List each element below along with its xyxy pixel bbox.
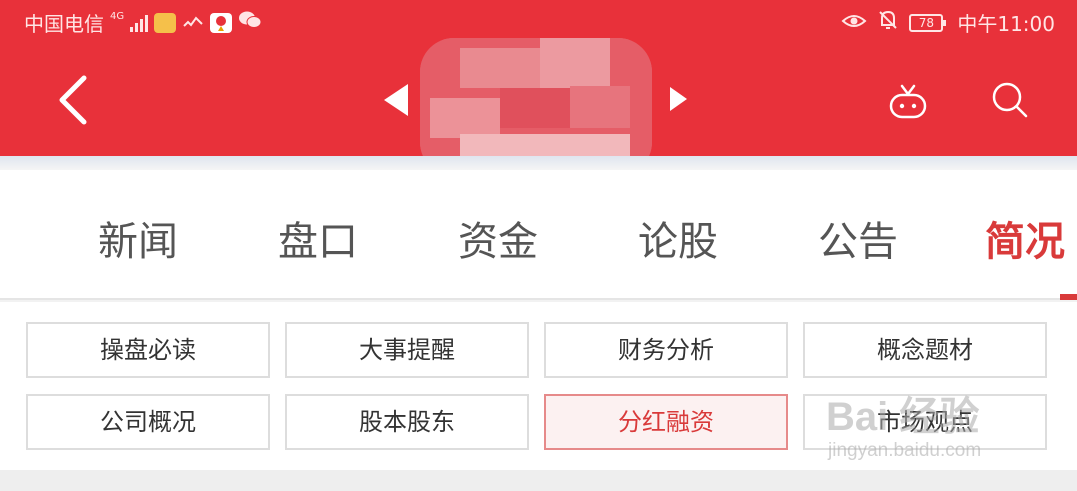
shareholders-button[interactable]: 股本股东 [285,394,529,450]
status-bar-left: 中国电信 4G [24,8,262,37]
title-bar [0,38,1077,176]
previous-stock-button[interactable] [382,82,412,118]
tab-discussion[interactable]: 论股 [638,214,718,270]
signal-icon [130,14,149,32]
search-icon [992,82,1028,118]
tab-profile[interactable]: 简况 [985,214,1065,270]
back-arrow-icon [59,75,87,125]
financial-analysis-button[interactable]: 财务分析 [544,322,788,378]
assistant-button[interactable] [886,82,930,122]
carrier-label: 中国电信 [24,12,104,36]
tab-order-book[interactable]: 盘口 [278,214,358,270]
tab-funds[interactable]: 资金 [458,214,538,270]
header-shadow [0,156,1077,170]
status-bar-right: 78 中午11:00 [841,8,1055,37]
active-tab-indicator [1060,294,1077,300]
prev-triangle-icon [384,84,408,116]
bottom-strip [0,470,1077,491]
clock: 中午11:00 [957,12,1055,36]
status-bar: 中国电信 4G 78 中午11:00 [0,0,1077,40]
robot-assistant-icon [889,84,927,119]
network-type: 4G [110,11,125,22]
wifi-icon [182,11,204,35]
dividend-financing-button[interactable]: 分红融资 [544,394,788,450]
market-views-button[interactable]: 市场观点 [803,394,1047,450]
major-events-button[interactable]: 大事提醒 [285,322,529,378]
map-app-icon [210,12,233,33]
tab-bar: 新闻 盘口 资金 论股 公告 简况 [0,170,1077,300]
next-stock-button[interactable] [666,84,690,114]
eye-icon [841,11,867,35]
wechat-icon [238,10,262,35]
concept-theme-button[interactable]: 概念题材 [803,322,1047,378]
must-read-button[interactable]: 操盘必读 [26,322,270,378]
app-notification-icon [154,12,177,33]
next-triangle-icon [670,87,687,111]
back-button[interactable] [50,72,100,128]
mute-bell-icon [877,9,899,36]
company-overview-button[interactable]: 公司概况 [26,394,270,450]
tab-news[interactable]: 新闻 [98,214,178,270]
search-button[interactable] [988,78,1032,122]
battery-icon: 78 [909,13,947,32]
profile-menu-grid: 操盘必读 大事提醒 财务分析 概念题材 公司概况 股本股东 分红融资 市场观点 [0,302,1077,470]
tab-announcements[interactable]: 公告 [818,214,898,270]
